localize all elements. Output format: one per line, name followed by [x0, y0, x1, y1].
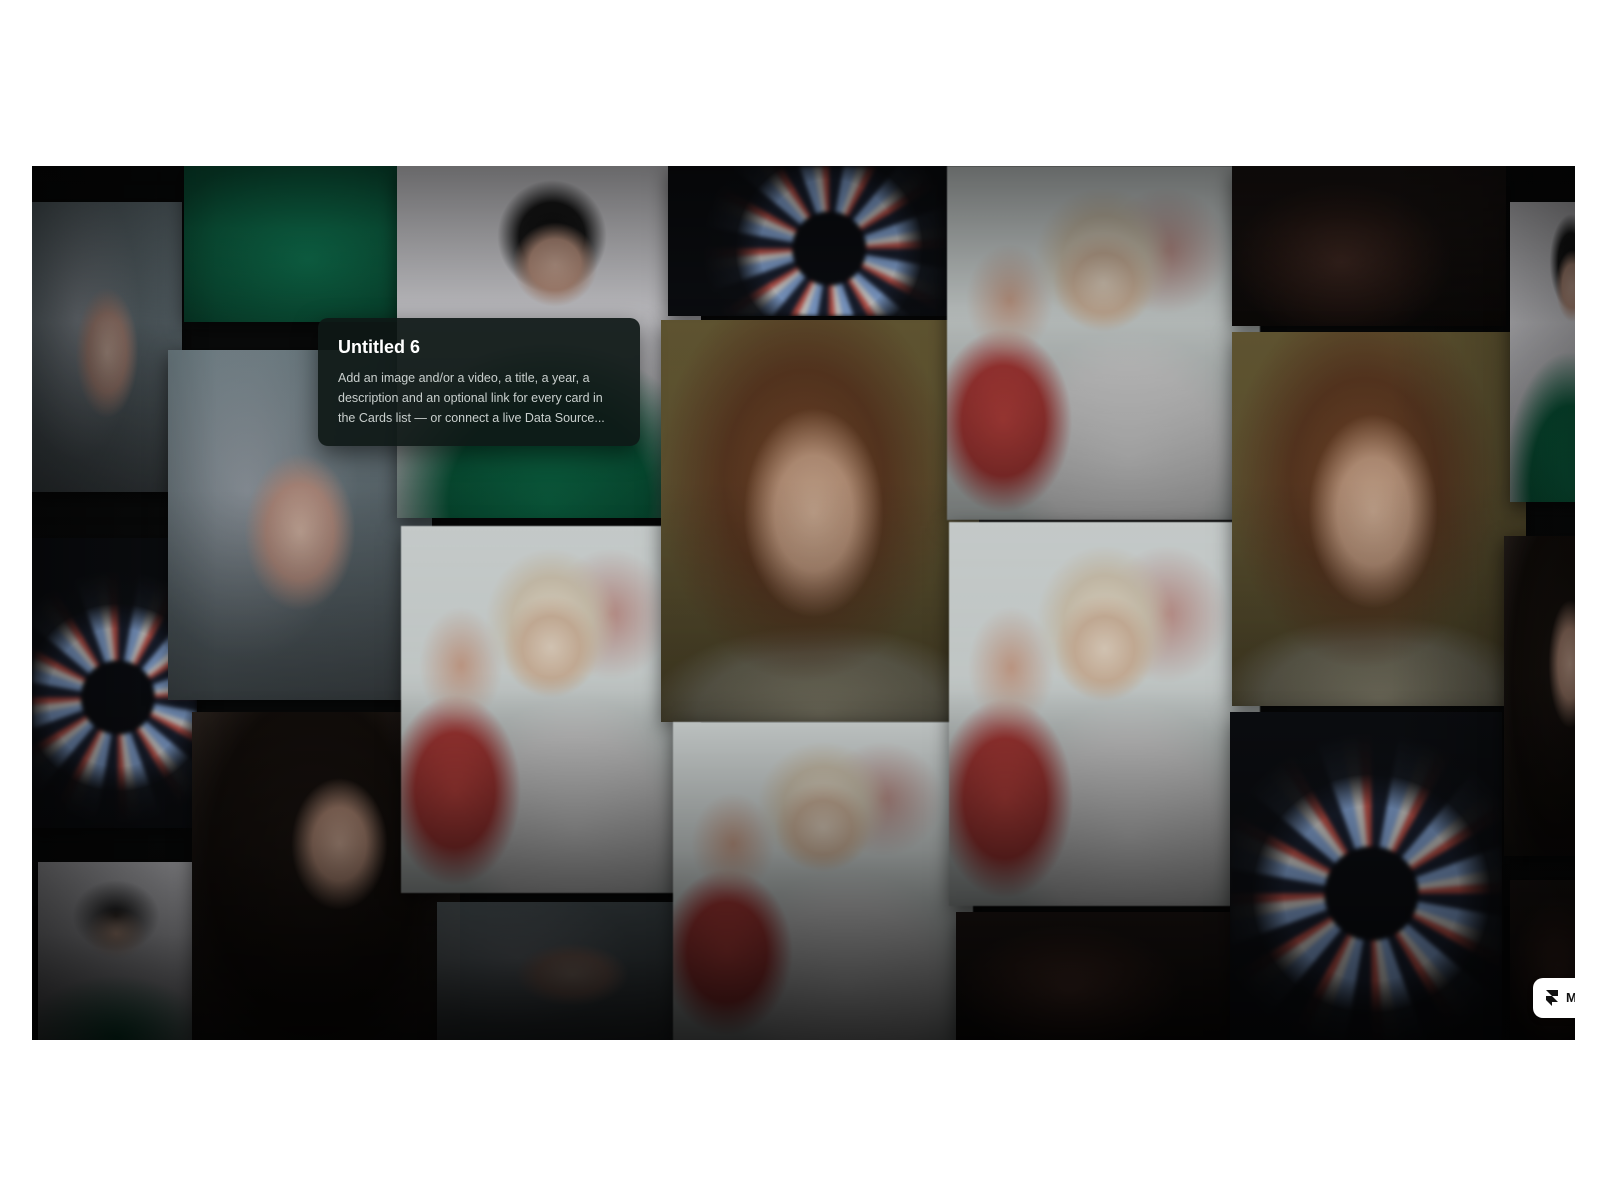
tooltip-title: Untitled 6 — [338, 337, 421, 357]
gallery-card[interactable] — [1510, 202, 1575, 502]
gallery-card[interactable] — [1232, 166, 1506, 326]
card-gallery — [32, 166, 1575, 1040]
gallery-card[interactable] — [184, 166, 432, 322]
gallery-card[interactable] — [661, 320, 979, 722]
tooltip-description: Add an image and/or a video, a title, a … — [338, 371, 605, 425]
gallery-card[interactable] — [38, 862, 194, 1040]
gallery-card[interactable] — [32, 202, 182, 492]
gallery-card[interactable] — [1230, 712, 1502, 1040]
gallery-card[interactable] — [1504, 536, 1575, 856]
gallery-card[interactable] — [437, 902, 707, 1040]
gallery-card[interactable] — [949, 522, 1260, 906]
page-margin — [1575, 0, 1600, 1200]
gallery-card[interactable] — [1232, 332, 1526, 706]
gallery-card[interactable] — [673, 722, 973, 1040]
gallery-card[interactable] — [668, 166, 978, 316]
gallery-card[interactable] — [956, 912, 1240, 1040]
gallery-card[interactable] — [401, 526, 701, 893]
framer-logo-icon — [1546, 990, 1558, 1006]
gallery-card[interactable] — [947, 166, 1260, 520]
card-info-tooltip: Untitled 6 Add an image and/or a video, … — [318, 318, 640, 446]
